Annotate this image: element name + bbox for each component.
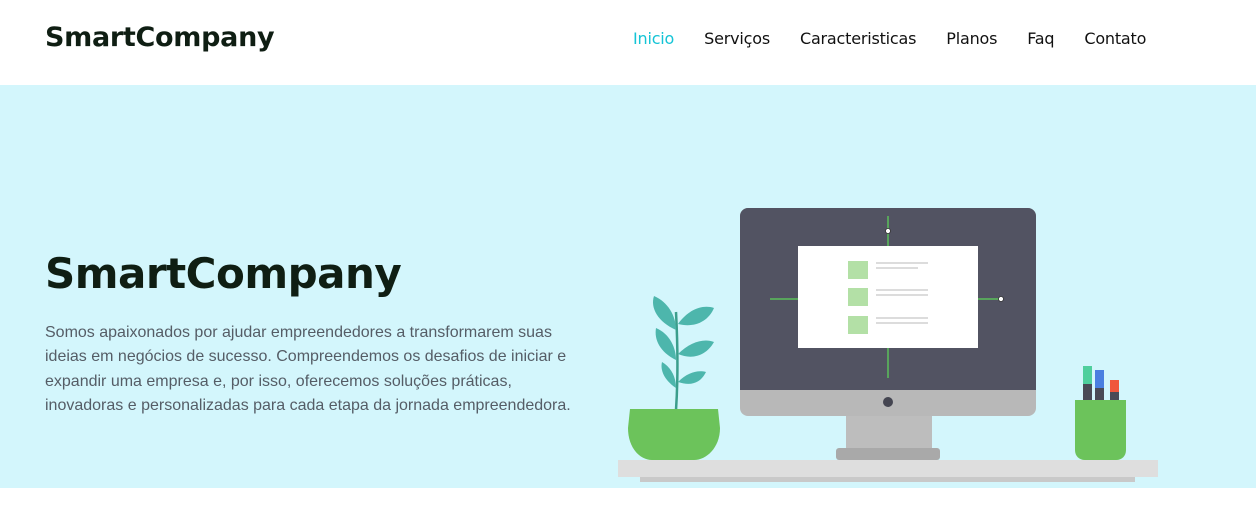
brand-logo[interactable]: SmartCompany (45, 22, 275, 53)
plant-illustration (628, 296, 720, 460)
nav-link-planos[interactable]: Planos (946, 29, 997, 48)
nav-link-faq[interactable]: Faq (1027, 29, 1054, 48)
hero-description: Somos apaixonados por ajudar empreendedo… (45, 324, 571, 414)
nav-link-servicos[interactable]: Serviços (704, 29, 770, 48)
hero-illustration (618, 208, 1158, 482)
navbar: SmartCompany Inicio Serviços Caracterist… (0, 0, 1256, 85)
hero-title: SmartCompany (45, 249, 402, 298)
monitor-illustration (740, 208, 1036, 460)
nav-link-contato[interactable]: Contato (1084, 29, 1146, 48)
nav-link-caracteristicas[interactable]: Caracteristicas (800, 29, 916, 48)
desk-illustration (618, 460, 1158, 482)
nav-link-inicio[interactable]: Inicio (633, 29, 674, 48)
pen-holder-illustration (1075, 366, 1126, 460)
nav-menu: Inicio Serviços Caracteristicas Planos F… (633, 29, 1176, 49)
